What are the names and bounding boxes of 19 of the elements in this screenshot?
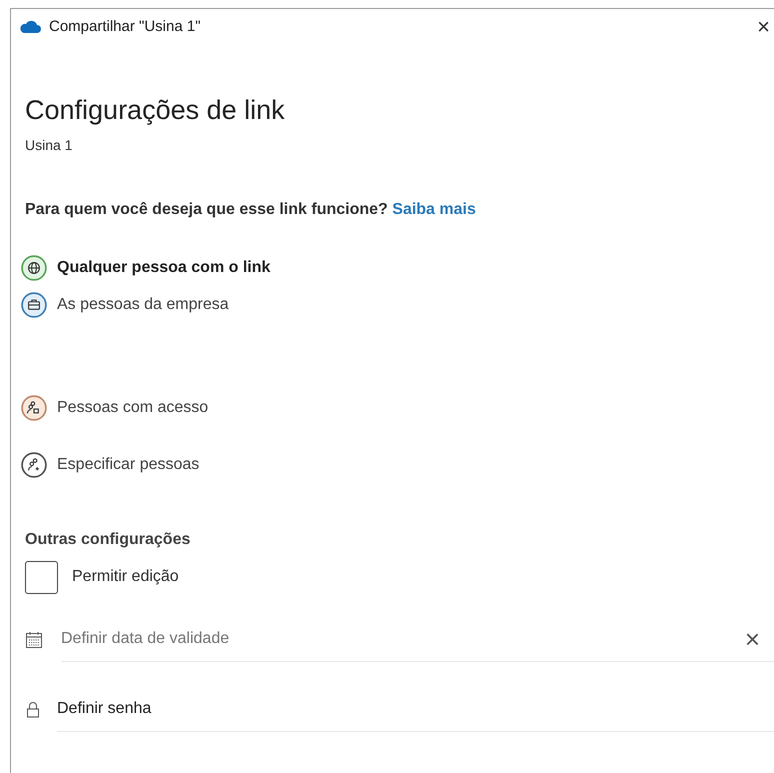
section-title: Outras configurações [25,530,192,550]
link-option[interactable]: As pessoas da empresa [21,286,774,324]
page-heading: Configurações de link [25,94,286,127]
link-option[interactable]: Especificar pessoas [21,446,774,484]
checkbox[interactable] [25,560,58,594]
calendar-icon [25,630,43,648]
link-option[interactable]: Qualquer pessoa com o link [21,250,774,286]
close-button[interactable]: × [757,16,770,38]
expiry-date-field[interactable]: Definir data de validade × [61,618,774,662]
window-title: Compartilhar "Usina 1" [49,16,201,37]
link-option[interactable]: Pessoas com acesso [21,390,774,426]
lock-icon [25,700,41,718]
item-name: Usina 1 [25,136,74,154]
password-field[interactable]: Definir senha [57,688,774,732]
cloud-icon [19,20,41,34]
learn-more-link[interactable]: Saiba mais [392,200,476,218]
clear-button[interactable]: × [744,626,760,652]
checkbox-label: Permitir edição [72,567,179,587]
question-text: Para quem você deseja que esse link funcione? Saiba mais [25,200,477,220]
